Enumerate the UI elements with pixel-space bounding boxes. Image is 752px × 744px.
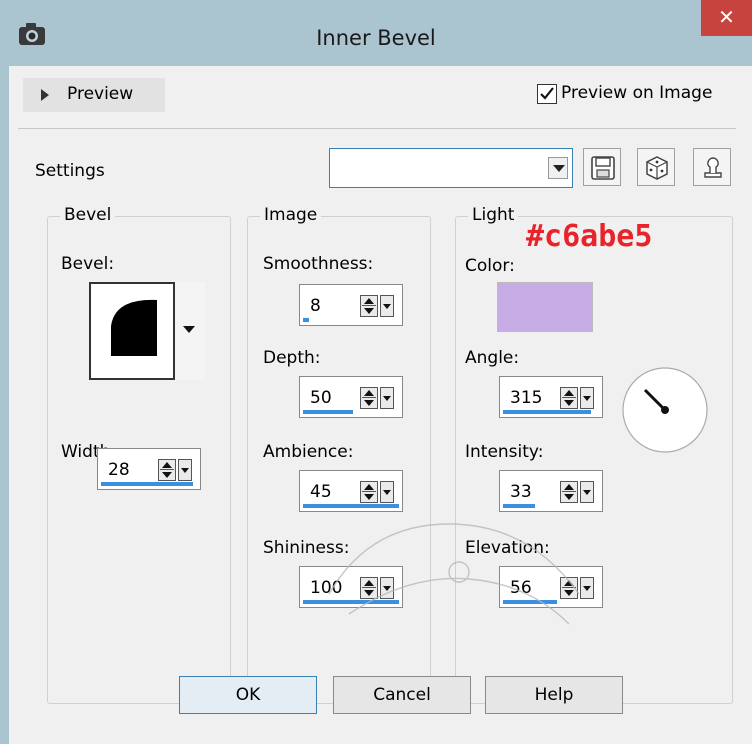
spin-dropdown-icon[interactable] <box>380 481 394 503</box>
triangle-right-icon <box>41 89 49 101</box>
checkmark-icon <box>540 87 554 100</box>
bevel-group-title: Bevel <box>60 205 116 225</box>
image-group-title: Image <box>260 205 322 225</box>
spin-updown-icon[interactable] <box>560 577 578 599</box>
spin-dropdown-icon[interactable] <box>380 577 394 599</box>
ambience-label: Ambience: <box>263 442 354 462</box>
preview-toggle[interactable]: Preview <box>23 78 165 112</box>
shininess-spin-buttons[interactable] <box>360 577 396 599</box>
ambience-spinner[interactable]: 45 <box>299 470 403 512</box>
angle-value[interactable]: 315 <box>510 388 542 408</box>
bevel-label: Bevel: <box>61 254 115 274</box>
smoothness-level-bar <box>303 318 309 322</box>
shininess-label: Shininess: <box>263 538 350 558</box>
spin-dropdown-icon[interactable] <box>380 295 394 317</box>
save-preset-button[interactable] <box>583 148 621 186</box>
dialog-title: Inner Bevel <box>316 26 436 50</box>
randomize-button[interactable] <box>637 148 675 186</box>
ambience-level-bar <box>303 504 399 508</box>
smoothness-spinner[interactable]: 8 <box>299 284 403 326</box>
divider <box>18 128 736 129</box>
depth-label: Depth: <box>263 348 321 368</box>
reset-button[interactable] <box>693 148 731 186</box>
dice-icon <box>646 156 668 180</box>
elevation-value[interactable]: 56 <box>510 578 532 598</box>
spin-updown-icon[interactable] <box>360 387 378 409</box>
spin-dropdown-icon[interactable] <box>580 577 594 599</box>
ambience-value[interactable]: 45 <box>310 482 332 502</box>
width-spinner[interactable]: 28 <box>97 448 201 490</box>
floppy-disk-icon <box>591 156 615 180</box>
spin-updown-icon[interactable] <box>360 577 378 599</box>
smoothness-label: Smoothness: <box>263 254 374 274</box>
light-group-title: Light <box>468 205 519 225</box>
width-spin-buttons[interactable] <box>158 459 194 481</box>
elevation-spinner[interactable]: 56 <box>499 566 603 608</box>
help-button[interactable]: Help <box>485 676 623 714</box>
settings-label: Settings <box>35 161 105 181</box>
settings-preset-select[interactable] <box>329 148 573 188</box>
quarter-circle-bevel-icon <box>111 299 157 356</box>
spin-updown-icon[interactable] <box>560 387 578 409</box>
elevation-level-bar <box>503 600 557 604</box>
angle-dial[interactable] <box>619 364 711 456</box>
dialog-client-area: Preview Preview on Image Settings Bevel … <box>9 66 752 744</box>
angle-dial-icon <box>622 367 708 453</box>
checkbox[interactable] <box>537 84 557 104</box>
width-value[interactable]: 28 <box>108 460 130 480</box>
depth-value[interactable]: 50 <box>310 388 332 408</box>
spin-dropdown-icon[interactable] <box>580 481 594 503</box>
intensity-spin-buttons[interactable] <box>560 481 596 503</box>
depth-level-bar <box>303 410 353 414</box>
color-hex-annotation: #c6abe5 <box>526 219 653 254</box>
width-level-bar <box>101 482 193 486</box>
elevation-label: Elevation: <box>465 538 550 558</box>
spin-dropdown-icon[interactable] <box>580 387 594 409</box>
smoothness-spin-buttons[interactable] <box>360 295 396 317</box>
angle-level-bar <box>503 410 591 414</box>
title-bar: Inner Bevel ✕ <box>0 0 752 66</box>
stamp-reset-icon <box>704 157 722 178</box>
inner-bevel-dialog: Inner Bevel ✕ Preview Preview on Image S… <box>0 0 752 744</box>
shininess-value[interactable]: 100 <box>310 578 342 598</box>
angle-label: Angle: <box>465 348 520 368</box>
angle-spin-buttons[interactable] <box>560 387 596 409</box>
elevation-spin-buttons[interactable] <box>560 577 596 599</box>
shininess-level-bar <box>303 600 399 604</box>
depth-spin-buttons[interactable] <box>360 387 396 409</box>
depth-spinner[interactable]: 50 <box>299 376 403 418</box>
spin-updown-icon[interactable] <box>158 459 176 481</box>
chevron-down-icon[interactable] <box>548 157 568 179</box>
spin-updown-icon[interactable] <box>560 481 578 503</box>
close-button[interactable]: ✕ <box>701 0 752 36</box>
spin-updown-icon[interactable] <box>360 481 378 503</box>
intensity-level-bar <box>503 504 535 508</box>
preview-on-image-label: Preview on Image <box>561 83 713 103</box>
shininess-spinner[interactable]: 100 <box>299 566 403 608</box>
spin-dropdown-icon[interactable] <box>380 387 394 409</box>
intensity-label: Intensity: <box>465 442 544 462</box>
bevel-shape-dropdown[interactable] <box>173 282 205 380</box>
light-color-swatch[interactable] <box>497 282 593 332</box>
ok-button[interactable]: OK <box>179 676 317 714</box>
intensity-spinner[interactable]: 33 <box>499 470 603 512</box>
spin-dropdown-icon[interactable] <box>178 459 192 481</box>
ambience-spin-buttons[interactable] <box>360 481 396 503</box>
color-label: Color: <box>465 256 515 276</box>
smoothness-value[interactable]: 8 <box>310 296 321 316</box>
angle-spinner[interactable]: 315 <box>499 376 603 418</box>
cancel-button[interactable]: Cancel <box>333 676 471 714</box>
intensity-value[interactable]: 33 <box>510 482 532 502</box>
spin-updown-icon[interactable] <box>360 295 378 317</box>
preview-label: Preview <box>67 84 134 104</box>
